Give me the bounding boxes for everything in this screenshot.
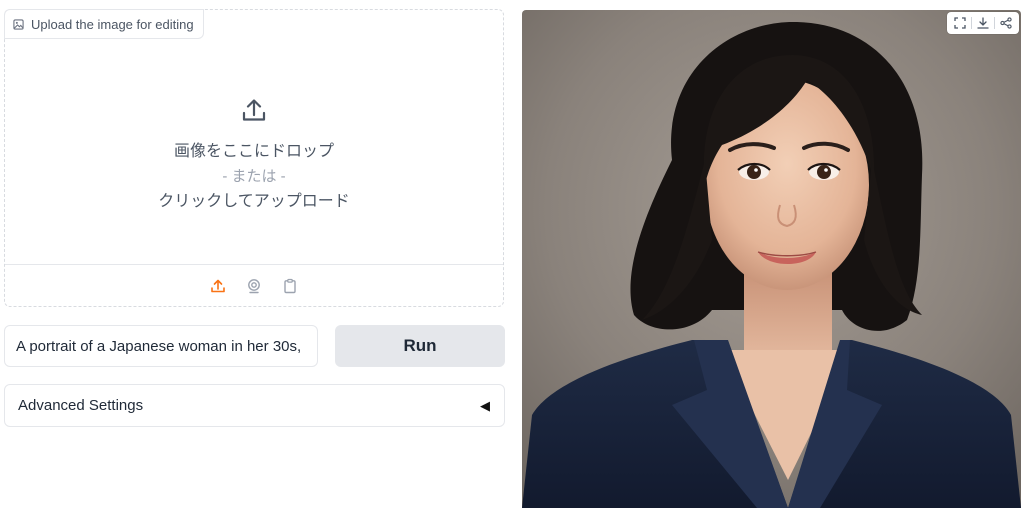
image-upload-panel: Upload the image for editing 画像をここにドロップ … — [4, 9, 504, 307]
image-drop-zone[interactable]: 画像をここにドロップ - または - クリックしてアップロード — [5, 38, 503, 265]
image-toolbar — [947, 12, 1019, 34]
run-button[interactable]: Run — [335, 325, 505, 367]
webcam-icon[interactable] — [243, 275, 265, 297]
prompt-field[interactable] — [4, 325, 318, 367]
clipboard-icon[interactable] — [279, 275, 301, 297]
drop-or-separator: - または - — [222, 167, 286, 185]
advanced-settings-accordion[interactable]: Advanced Settings ◀ — [4, 384, 505, 427]
prompt-input[interactable] — [5, 326, 317, 366]
toolbar-divider — [971, 17, 972, 29]
output-image-panel — [522, 10, 1021, 508]
drop-instruction: 画像をここにドロップ — [173, 142, 334, 160]
fullscreen-icon[interactable] — [950, 13, 970, 33]
upload-label: Upload the image for editing — [4, 9, 204, 39]
caret-left-icon: ◀ — [480, 397, 490, 413]
image-icon — [13, 18, 24, 30]
advanced-settings-label: Advanced Settings — [18, 397, 144, 414]
toolbar-divider — [994, 17, 995, 29]
download-icon[interactable] — [973, 13, 993, 33]
share-icon[interactable] — [996, 13, 1016, 33]
upload-icon[interactable] — [207, 275, 229, 297]
upload-arrow-icon — [240, 96, 268, 129]
upload-label-text: Upload the image for editing — [31, 16, 194, 32]
click-to-upload-text: クリックしてアップロード — [158, 192, 350, 210]
upload-source-toolbar — [5, 264, 503, 306]
generated-portrait-image — [522, 10, 1021, 508]
